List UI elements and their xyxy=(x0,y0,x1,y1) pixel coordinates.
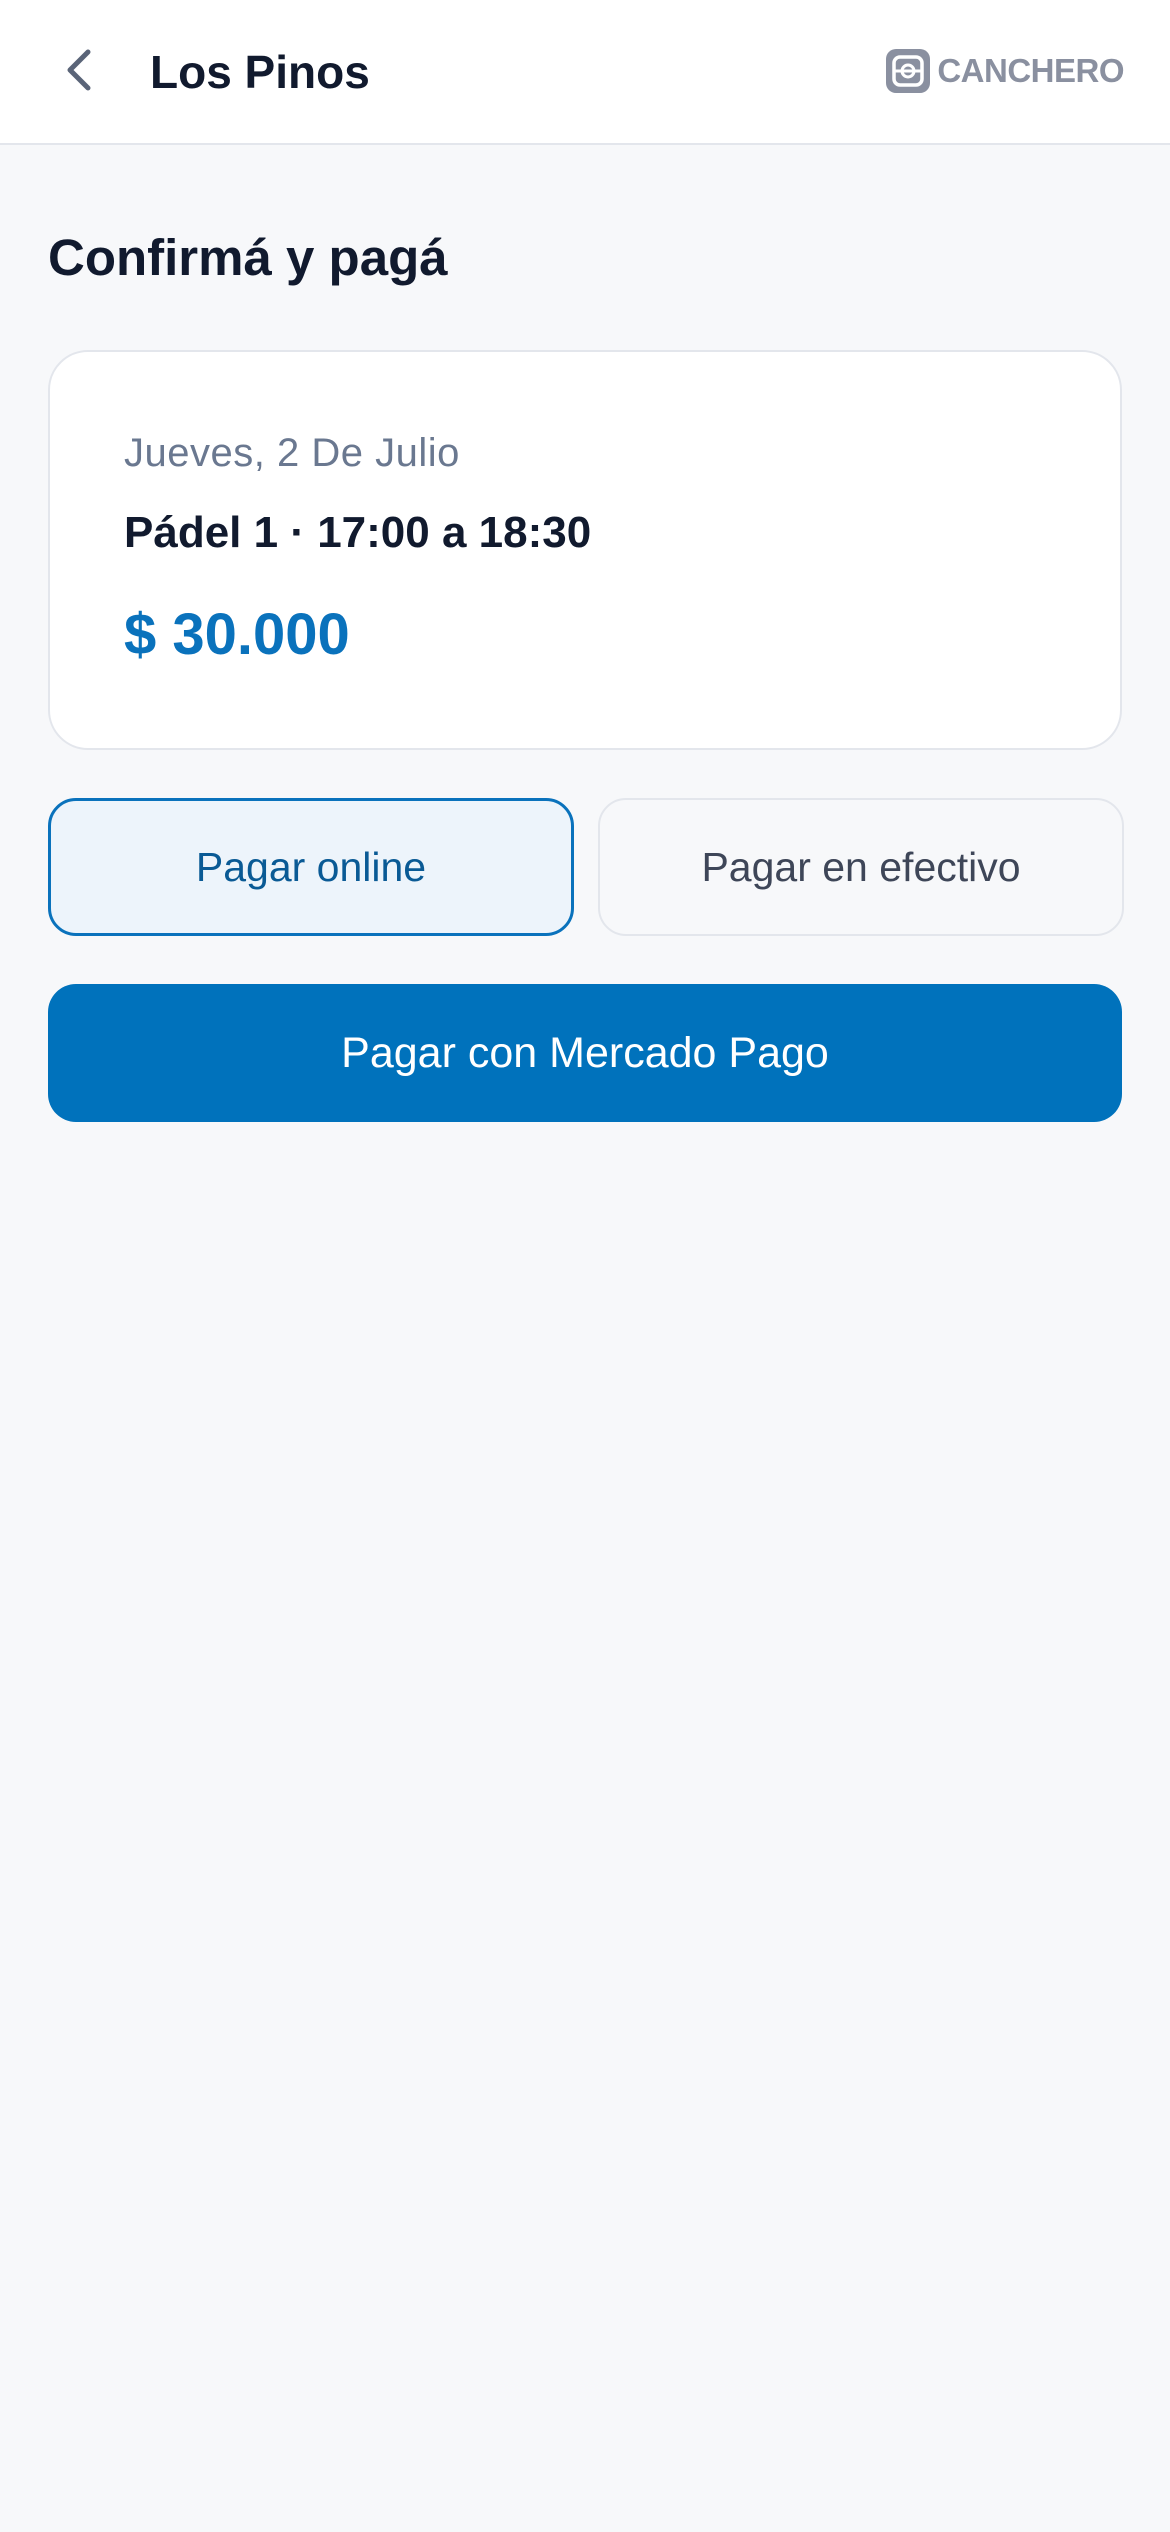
booking-price: $ 30.000 xyxy=(124,602,350,667)
app-screen: Los Pinos CANCHERO Confirmá y pagá Jueve… xyxy=(0,0,1170,2532)
pay-online-option[interactable]: Pagar online xyxy=(48,798,574,936)
back-button[interactable] xyxy=(48,38,112,102)
pay-mercado-pago-button[interactable]: Pagar con Mercado Pago xyxy=(48,984,1122,1122)
booking-summary-card: Jueves, 2 De Julio Pádel 1 · 17:00 a 18:… xyxy=(48,350,1122,750)
chevron-left-icon xyxy=(67,49,91,91)
canchero-logo-icon xyxy=(886,49,931,93)
brand-name: CANCHERO xyxy=(937,52,1124,89)
top-bar: Los Pinos CANCHERO xyxy=(0,0,1170,145)
brand: CANCHERO xyxy=(883,44,1124,98)
booking-court-time: Pádel 1 · 17:00 a 18:30 xyxy=(124,508,592,557)
pay-cash-option[interactable]: Pagar en efectivo xyxy=(598,798,1124,936)
page-heading: Confirmá y pagá xyxy=(48,229,448,286)
venue-title: Los Pinos xyxy=(150,46,370,98)
booking-date: Jueves, 2 De Julio xyxy=(124,431,460,475)
